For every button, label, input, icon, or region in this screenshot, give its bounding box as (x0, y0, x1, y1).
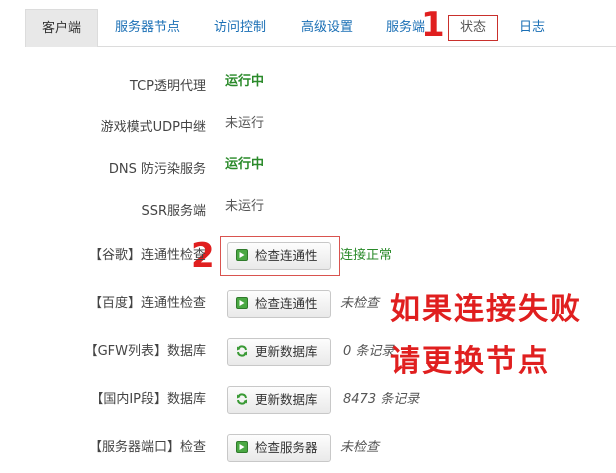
status-row-tcp: TCP透明代理 运行中 (0, 72, 616, 102)
tab-server-nodes[interactable]: 服务器节点 (99, 9, 196, 46)
update-gfwlist-button[interactable]: 更新数据库 (227, 338, 331, 366)
status-label: SSR服务端 (141, 204, 206, 219)
tab-bar: 客户端 服务器节点 访问控制 高级设置 服务端 状态 日志 (25, 9, 616, 47)
status-label: TCP透明代理 (129, 79, 206, 94)
check-server-button[interactable]: 检查服务器 (227, 434, 331, 462)
status-row-udp: 游戏模式UDP中继 未运行 (0, 113, 616, 143)
action-label: 【百度】连通性检查 (88, 296, 206, 311)
status-row-ssr: SSR服务端 未运行 (0, 197, 616, 227)
google-check-result: 连接正常 (340, 248, 393, 263)
tab-advanced-settings[interactable]: 高级设置 (285, 9, 369, 46)
action-row-china-ip: 【国内IP段】数据库 更新数据库 8473 条记录 (0, 385, 616, 415)
status-label: 游戏模式UDP中继 (100, 120, 206, 135)
action-label: 【谷歌】连通性检查 (88, 248, 206, 263)
button-label: 更新数据库 (255, 344, 318, 359)
check-google-button[interactable]: 检查连通性 (227, 242, 331, 270)
tab-status[interactable]: 状态 (448, 15, 499, 41)
button-label: 检查连通性 (255, 248, 318, 263)
tab-log[interactable]: 日志 (503, 9, 561, 46)
button-label: 检查连通性 (255, 296, 318, 311)
status-value: 未运行 (225, 199, 265, 214)
action-row-server-port: 【服务器端口】检查 检查服务器 未检查 (0, 433, 616, 463)
gfwlist-record-count: 0 条记录 (343, 344, 395, 359)
china-ip-record-count: 8473 条记录 (343, 392, 420, 407)
status-value: 未运行 (225, 116, 265, 131)
update-china-ip-button[interactable]: 更新数据库 (227, 386, 331, 414)
check-square-icon (236, 297, 248, 309)
check-square-icon (236, 249, 248, 261)
button-label: 更新数据库 (255, 392, 318, 407)
check-square-icon (236, 441, 248, 453)
annotation-note-line1: 如果连接失败 (390, 292, 582, 327)
refresh-icon (237, 345, 247, 357)
annotation-note-line2: 请更换节点 (390, 344, 550, 379)
button-label: 检查服务器 (255, 440, 318, 455)
status-value: 运行中 (225, 74, 265, 89)
action-row-google: 【谷歌】连通性检查 检查连通性 连接正常 (0, 241, 616, 271)
action-label: 【国内IP段】数据库 (90, 392, 206, 407)
tab-access-control[interactable]: 访问控制 (198, 9, 282, 46)
tab-client[interactable]: 客户端 (25, 9, 99, 47)
action-label: 【GFW列表】数据库 (84, 344, 206, 359)
action-label: 【服务器端口】检查 (88, 440, 206, 455)
status-label: DNS 防污染服务 (108, 162, 206, 177)
server-port-check-result: 未检查 (340, 440, 380, 455)
refresh-icon (237, 393, 247, 405)
status-value: 运行中 (225, 157, 265, 172)
status-row-dns: DNS 防污染服务 运行中 (0, 155, 616, 185)
annotation-number-1: 1 (421, 5, 445, 45)
check-baidu-button[interactable]: 检查连通性 (227, 290, 331, 318)
baidu-check-result: 未检查 (340, 296, 380, 311)
